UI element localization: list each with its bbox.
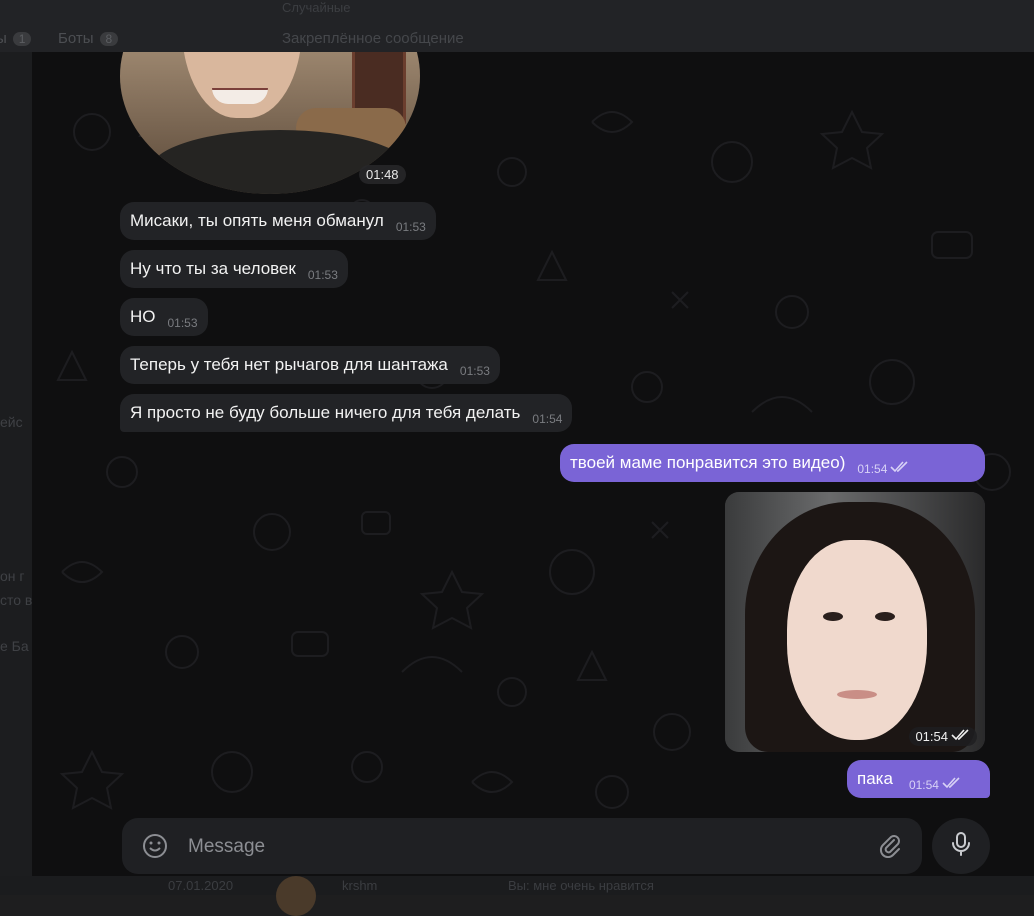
chat-view[interactable]: 01:48 Мисаки, ты опять меня обманул 01:5… xyxy=(32,52,1034,876)
background-pinned-label: Закреплённое сообщение xyxy=(282,30,464,47)
background-topbar xyxy=(0,0,1034,52)
message-input[interactable] xyxy=(186,818,830,876)
double-check-icon xyxy=(951,729,971,744)
outgoing-message[interactable]: пака 01:54 xyxy=(847,760,990,798)
microphone-button[interactable] xyxy=(932,818,990,874)
double-check-icon xyxy=(942,776,962,794)
background-side-fragment: сто в xyxy=(0,592,33,608)
video-smile xyxy=(212,88,268,104)
incoming-message[interactable]: Теперь у тебя нет рычагов для шантажа 01… xyxy=(120,346,500,384)
photo-time: 01:54 xyxy=(915,729,948,744)
smile-icon[interactable] xyxy=(142,833,168,859)
message-time: 01:53 xyxy=(307,268,338,282)
outgoing-message[interactable]: твоей маме понравится это видео) 01:54 xyxy=(560,444,985,482)
photo-time-badge: 01:54 xyxy=(909,727,977,746)
round-video-time: 01:48 xyxy=(359,165,406,184)
message-text: Мисаки, ты опять меня обманул xyxy=(130,211,384,230)
message-text: твоей маме понравится это видео) xyxy=(570,453,846,472)
background-bottom-preview: Вы: мне очень нравится xyxy=(508,878,654,893)
message-text: Теперь у тебя нет рычагов для шантажа xyxy=(130,355,448,374)
paperclip-icon[interactable] xyxy=(878,834,902,859)
incoming-message[interactable]: Я просто не буду больше ничего для тебя … xyxy=(120,394,573,432)
background-bottom-name: krshm xyxy=(342,878,378,893)
message-text: пака xyxy=(857,769,893,788)
background-side-fragment: е Ба xyxy=(0,638,29,654)
message-time: 01:53 xyxy=(459,364,490,378)
message-time: 01:54 xyxy=(532,412,563,426)
photo-lips xyxy=(837,690,877,699)
incoming-message[interactable]: НО 01:53 xyxy=(120,298,208,336)
message-text: Я просто не буду больше ничего для тебя … xyxy=(130,403,521,422)
background-bottom-row: 07.01.2020 krshm Вы: мне очень нравится xyxy=(0,876,1034,895)
photo-message[interactable]: 01:54 xyxy=(725,492,985,752)
photo-eye xyxy=(823,612,843,621)
incoming-message[interactable]: Ну что ты за человек 01:53 xyxy=(120,250,348,288)
background-bottom-date: 07.01.2020 xyxy=(168,878,234,893)
background-side-fragment: ейс xyxy=(0,414,23,430)
message-time: 01:54 xyxy=(908,778,939,792)
message-composer xyxy=(122,818,922,876)
microphone-icon xyxy=(950,831,972,862)
background-folder-bots: Боты 8 xyxy=(58,30,119,47)
message-time: 01:53 xyxy=(167,316,198,330)
background-folder-tab: ы1 xyxy=(0,30,32,47)
background-side-fragment: он г xyxy=(0,568,25,584)
double-check-icon xyxy=(890,460,910,478)
background-avatar xyxy=(276,876,316,916)
background-top-text: Случайные xyxy=(282,0,351,15)
message-time: 01:54 xyxy=(857,462,888,476)
incoming-message[interactable]: Мисаки, ты опять меня обманул 01:53 xyxy=(120,202,436,240)
photo-face xyxy=(787,540,927,740)
message-text: Ну что ты за человек xyxy=(130,259,296,278)
message-text: НО xyxy=(130,307,156,326)
message-time: 01:53 xyxy=(395,220,426,234)
photo-eye xyxy=(875,612,895,621)
